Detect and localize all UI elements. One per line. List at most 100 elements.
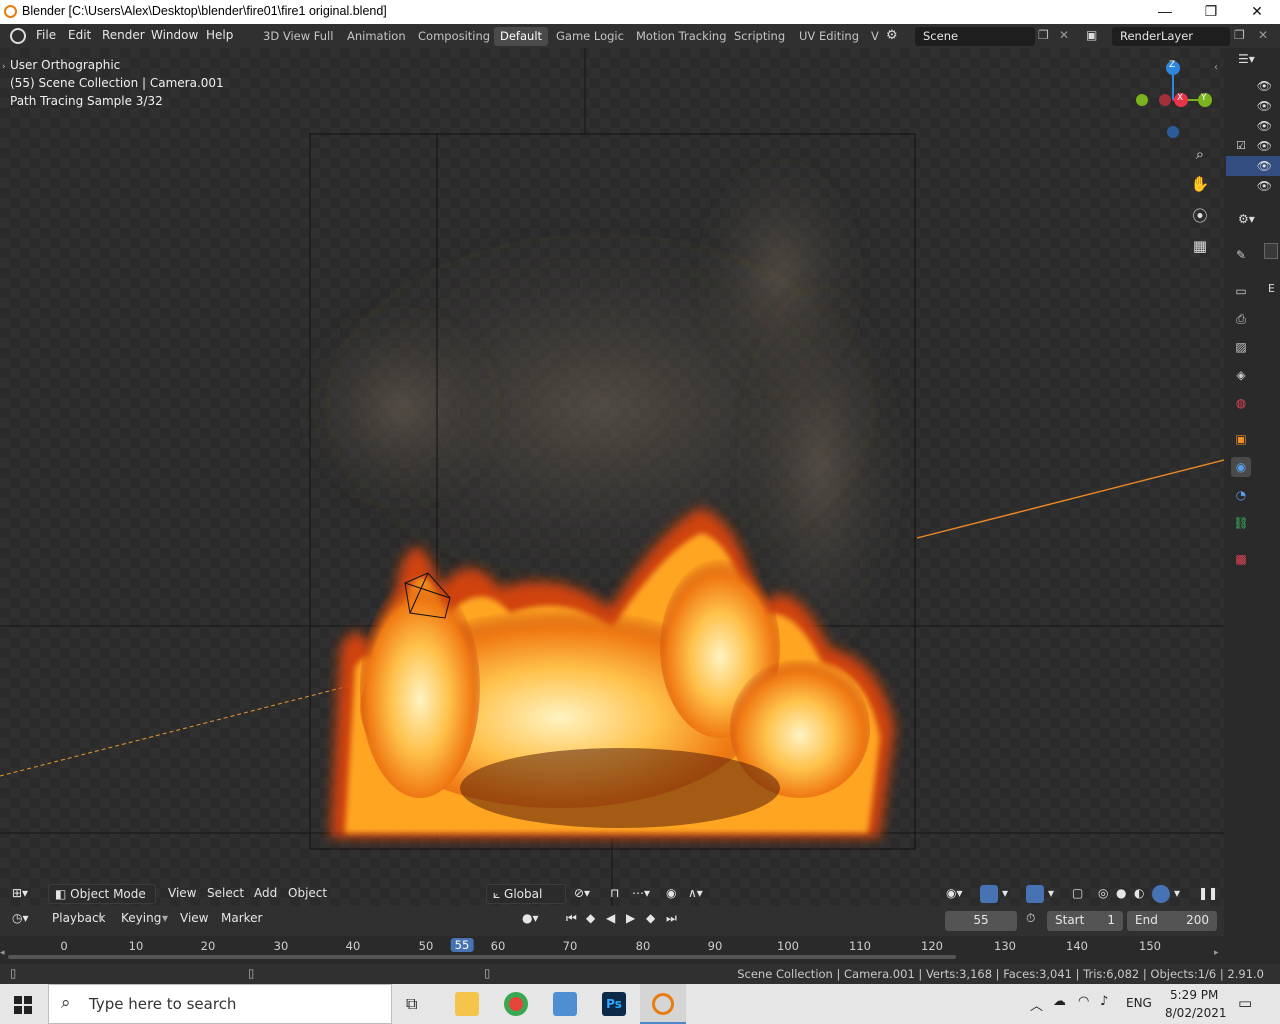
play-icon[interactable]: ▶ [626, 911, 635, 925]
header-menu-add[interactable]: Add [254, 886, 277, 900]
timeline-menu-keying[interactable]: Keying [121, 911, 161, 925]
timeline-editor[interactable]: ◷▾ Playback ▾ Keying ▾ View Marker ●▾ ⏮ … [0, 906, 1224, 964]
modifier-properties-icon[interactable]: ◉ [1231, 457, 1251, 477]
start-frame-field[interactable]: Start 1 [1047, 911, 1123, 931]
workspace-tab-motion-tracking[interactable]: Motion Tracking [630, 27, 733, 46]
zoom-icon[interactable]: ⌕ [1188, 142, 1212, 166]
properties-editor-type-icon[interactable]: ⚙▾ [1238, 212, 1255, 226]
next-keyframe-icon[interactable]: ◆ [646, 911, 655, 925]
proportional-edit-icon[interactable]: ◉ [666, 886, 676, 900]
snap-target-icon[interactable]: ⋯▾ [632, 886, 650, 900]
texture-properties-icon[interactable]: ▩ [1231, 549, 1251, 569]
workspace-tab-uv-editing[interactable]: UV Editing [793, 27, 865, 46]
task-view-icon[interactable]: ⧉ [406, 994, 417, 1014]
shading-material-icon[interactable]: ◐ [1134, 886, 1144, 900]
workspace-tab-animation[interactable]: Animation [341, 27, 412, 46]
outliner-row[interactable]: 👁 [1226, 176, 1280, 196]
shading-solid-icon[interactable]: ● [1116, 886, 1126, 900]
pivot-point-icon[interactable]: ⊘▾ [574, 886, 590, 900]
checkbox-icon[interactable]: ☑ [1236, 139, 1246, 152]
overlays-dropdown-icon[interactable]: ▾ [1048, 886, 1054, 900]
workspace-tab-scripting[interactable]: Scripting [728, 27, 791, 46]
eye-icon[interactable]: 👁 [1257, 119, 1272, 133]
output-properties-icon[interactable]: ⎙ [1231, 309, 1251, 329]
new-view-layer-icon[interactable]: ❐ [1234, 28, 1245, 42]
menu-edit[interactable]: Edit [68, 28, 91, 42]
timeline-menu-marker[interactable]: Marker [221, 911, 262, 925]
outliner-row[interactable]: 👁 [1226, 76, 1280, 96]
camera-view-icon[interactable]: ⦿ [1188, 204, 1212, 228]
workspace-tab-compositing[interactable]: Compositing [412, 27, 496, 46]
eye-icon[interactable]: 👁 [1257, 99, 1272, 113]
blender-taskbar-button[interactable] [640, 984, 686, 1024]
timeline-scrollbar[interactable] [8, 955, 956, 959]
current-frame-field[interactable]: 55 [945, 911, 1017, 931]
taskbar-search-box[interactable]: ⌕ Type here to search [48, 984, 392, 1024]
overlays-toggle-icon[interactable] [1026, 885, 1044, 903]
delete-scene-icon[interactable]: ✕ [1059, 28, 1069, 42]
object-properties-icon[interactable]: ▣ [1231, 429, 1251, 449]
auto-keying-icon[interactable]: ●▾ [522, 911, 539, 925]
app-icon[interactable] [553, 992, 577, 1016]
visibility-icon[interactable]: ◉▾ [946, 886, 963, 900]
menu-file[interactable]: File [36, 28, 56, 42]
header-menu-view[interactable]: View [168, 886, 196, 900]
photoshop-icon[interactable]: Ps [602, 992, 626, 1016]
toolbar-expand-icon[interactable]: › [2, 62, 6, 72]
header-menu-object[interactable]: Object [288, 886, 327, 900]
grid-toggle-icon[interactable]: ▦ [1188, 234, 1212, 258]
render-layer-field[interactable]: RenderLayer [1112, 27, 1230, 46]
pan-hand-icon[interactable]: ✋ [1188, 172, 1212, 196]
workspace-tab-overflow[interactable]: V [865, 27, 885, 46]
workspace-tab-default[interactable]: Default [494, 27, 549, 46]
menu-render[interactable]: Render [102, 28, 145, 42]
falloff-icon[interactable]: ∧▾ [688, 886, 703, 900]
end-frame-field[interactable]: End 200 [1127, 911, 1217, 931]
outliner-row[interactable]: 👁 [1226, 116, 1280, 136]
header-menu-select[interactable]: Select [207, 886, 244, 900]
editor-type-icon[interactable]: ⊞▾ [12, 886, 28, 900]
preview-range-icon[interactable]: ⏱ [1026, 911, 1035, 926]
file-explorer-icon[interactable] [455, 992, 479, 1016]
menu-window[interactable]: Window [151, 28, 198, 42]
shading-wireframe-icon[interactable]: ◎ [1098, 886, 1108, 900]
view-layer-icon[interactable]: ▣ [1086, 28, 1097, 42]
pause-render-icon[interactable]: ❚❚ [1198, 886, 1218, 900]
eye-icon[interactable]: 👁 [1257, 139, 1272, 153]
constraint-properties-icon[interactable]: ⛓ [1231, 513, 1251, 533]
workspace-tab-game-logic[interactable]: Game Logic [550, 27, 630, 46]
properties-side-tab[interactable] [1264, 243, 1278, 259]
close-button[interactable]: ✕ [1234, 0, 1280, 24]
xray-icon[interactable]: ▢ [1072, 886, 1083, 900]
sidebar-collapse-icon[interactable]: ‹ [1214, 62, 1218, 73]
outliner-editor-type-icon[interactable]: ☰▾ [1238, 52, 1255, 66]
menu-help[interactable]: Help [206, 28, 233, 42]
language-indicator[interactable]: ENG [1126, 996, 1152, 1010]
new-scene-icon[interactable]: ❐ [1038, 28, 1049, 42]
world-properties-icon[interactable]: ◍ [1231, 393, 1251, 413]
jump-start-icon[interactable]: ⏮ [566, 911, 577, 926]
show-hidden-icons[interactable]: ︿ [1030, 995, 1043, 1014]
gizmos-toggle-icon[interactable] [980, 885, 998, 903]
shading-rendered-icon[interactable] [1152, 885, 1170, 903]
scroll-right-icon[interactable]: ▸ [1214, 948, 1219, 958]
transform-orientation-dropdown[interactable]: ⟀ Global [486, 884, 566, 904]
snap-icon[interactable]: ⊓ [610, 886, 619, 900]
tool-properties-icon[interactable]: ✎ [1231, 245, 1251, 265]
chrome-icon[interactable] [504, 992, 528, 1016]
eye-icon[interactable]: 👁 [1257, 179, 1272, 193]
view-layer-properties-icon[interactable]: ▨ [1231, 337, 1251, 357]
navigation-gizmo[interactable]: Z X Y [1134, 56, 1220, 146]
scene-selector-icon[interactable]: ⚙ [886, 28, 898, 43]
outliner-row[interactable]: ☑ 👁 [1226, 136, 1280, 156]
shading-dropdown-icon[interactable]: ▾ [1174, 886, 1180, 900]
blender-menu-icon[interactable] [10, 28, 26, 44]
notifications-icon[interactable]: ▭ [1238, 994, 1252, 1012]
timeline-editor-type-icon[interactable]: ◷▾ [12, 911, 29, 925]
object-mode-dropdown[interactable]: ◧ Object Mode [48, 884, 156, 904]
scene-properties-icon[interactable]: ◈ [1231, 365, 1251, 385]
scroll-left-icon[interactable]: ◂ [0, 948, 5, 958]
timeline-menu-view[interactable]: View [180, 911, 208, 925]
onedrive-icon[interactable]: ☁ [1053, 994, 1066, 1009]
eye-icon[interactable]: 👁 [1257, 79, 1272, 93]
